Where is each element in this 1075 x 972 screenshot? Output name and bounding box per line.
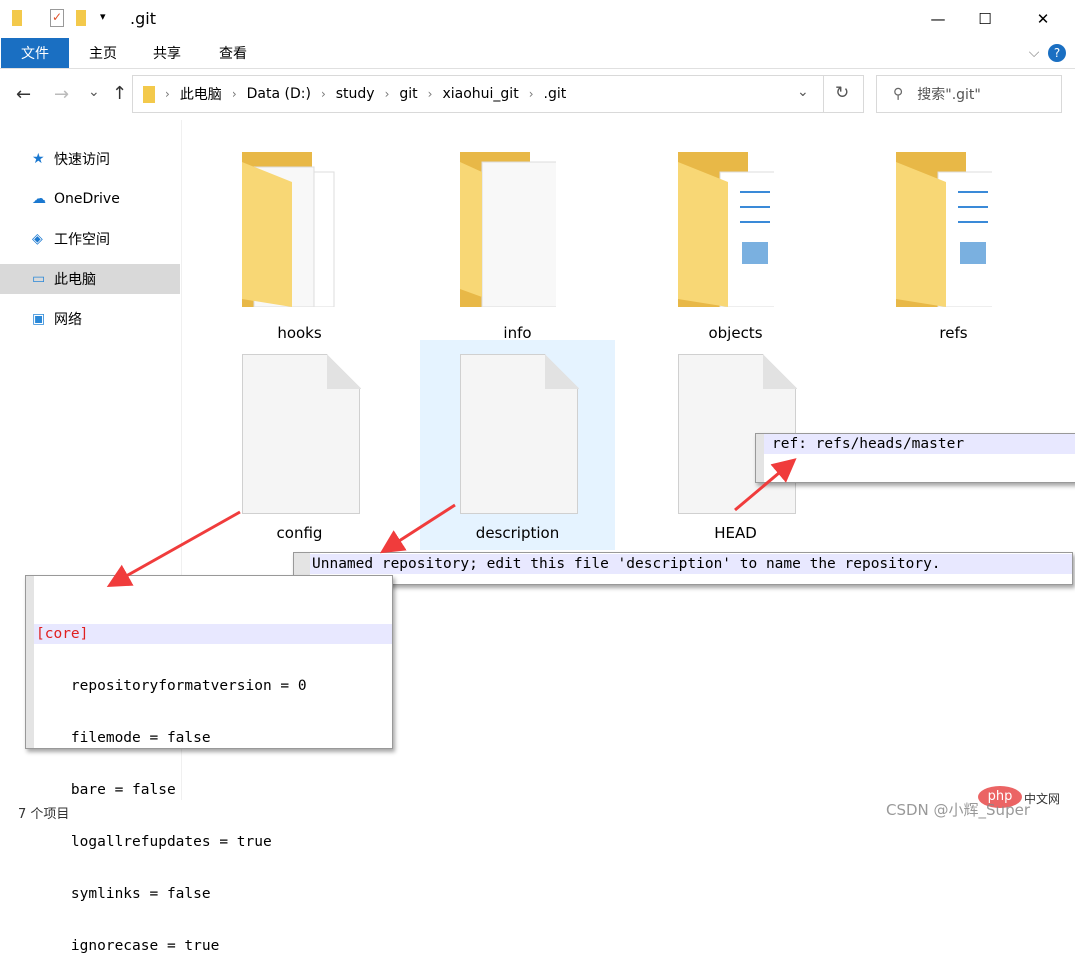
title-bar: ✓ ▾ .git — ☐ ✕ — [0, 0, 1075, 38]
file-fold — [763, 354, 797, 389]
properties-icon[interactable]: ✓ — [50, 9, 64, 27]
sidebar-item-onedrive[interactable]: ☁ OneDrive — [0, 184, 180, 214]
back-button[interactable]: ← — [16, 84, 31, 105]
chevron-right-icon: › — [384, 87, 390, 101]
folder-icon — [12, 10, 22, 26]
breadcrumb-item[interactable]: .git — [544, 86, 567, 102]
divider — [823, 76, 824, 112]
address-bar[interactable]: › 此电脑 › Data (D:) › study › git › xiaohui_gi… — [132, 75, 864, 113]
workspace-icon: ◈ — [32, 231, 43, 247]
quick-access-dropdown-icon[interactable]: ▾ — [100, 10, 106, 23]
sidebar-item-this-pc[interactable]: ▭ 此电脑 — [0, 264, 180, 294]
chevron-right-icon: › — [427, 87, 433, 101]
folder-item[interactable]: refs — [856, 140, 1051, 350]
csdn-watermark: CSDN @小辉_Super — [886, 801, 1030, 819]
sidebar-item-label: 工作空间 — [54, 232, 110, 248]
code-line: symlinks = false — [36, 886, 211, 902]
minimize-button[interactable]: — — [915, 0, 961, 38]
maximize-button[interactable]: ☐ — [962, 0, 1008, 38]
sidebar-item-label: OneDrive — [54, 191, 120, 207]
chevron-right-icon: › — [231, 87, 237, 101]
code-line: filemode = false — [36, 730, 211, 746]
tab-home[interactable]: 主页 — [80, 38, 126, 68]
item-name: refs — [939, 324, 968, 342]
file-item-selected[interactable]: description — [420, 340, 615, 550]
forward-button[interactable]: → — [54, 84, 69, 105]
code-line: repositoryformatversion = 0 — [36, 678, 307, 694]
recent-locations-button[interactable]: ⌄ — [88, 84, 100, 100]
folder-icon — [460, 152, 556, 307]
breadcrumb-item[interactable]: xiaohui_git — [442, 86, 518, 102]
code-line: ignorecase = true — [36, 938, 220, 954]
computer-icon: ▭ — [32, 271, 46, 287]
folder-icon — [242, 152, 335, 307]
tab-file[interactable]: 文件 — [1, 38, 69, 68]
chevron-right-icon: › — [528, 87, 534, 101]
code-line: ref: refs/heads/master — [764, 434, 1075, 454]
item-name: description — [475, 524, 560, 542]
breadcrumb-item[interactable]: 此电脑 — [180, 84, 222, 104]
folder-icon — [678, 152, 774, 307]
chevron-right-icon: › — [165, 87, 170, 101]
search-icon: ⚲ — [893, 86, 904, 102]
breadcrumb-item[interactable]: git — [399, 86, 417, 102]
sidebar-item-quick-access[interactable]: ★ 快速访问 — [0, 144, 180, 174]
cloud-icon: ☁ — [32, 191, 46, 207]
chevron-right-icon: › — [320, 87, 326, 101]
item-name: config — [276, 524, 323, 542]
sidebar-item-label: 此电脑 — [54, 272, 96, 288]
tab-view[interactable]: 查看 — [210, 38, 256, 68]
editor-gutter — [756, 434, 764, 482]
search-placeholder: 搜索".git" — [917, 87, 981, 103]
close-button[interactable]: ✕ — [1020, 0, 1066, 38]
breadcrumb-item[interactable]: study — [336, 86, 375, 102]
code-line: bare = false — [36, 782, 176, 798]
folder-icon — [896, 152, 992, 307]
sidebar-item-label: 快速访问 — [54, 152, 110, 168]
file-item[interactable]: config — [202, 340, 397, 550]
file-fold — [327, 354, 361, 389]
description-content-popup: Unnamed repository; edit this file 'desc… — [293, 552, 1073, 585]
sidebar-item-label: 网络 — [54, 312, 82, 328]
folder-icon — [143, 85, 155, 103]
breadcrumb-item[interactable]: Data (D:) — [247, 86, 311, 102]
ribbon: 文件 主页 共享 查看 ⌵ ? — [0, 38, 1075, 69]
editor-gutter — [26, 576, 34, 748]
status-item-count: 7 个项目 — [18, 807, 70, 822]
folder-item[interactable]: objects — [638, 140, 833, 350]
item-name: HEAD — [714, 524, 757, 542]
folder-item[interactable]: info — [420, 140, 615, 350]
sidebar-item-network[interactable]: ▣ 网络 — [0, 304, 180, 334]
search-input[interactable]: ⚲ 搜索".git" — [876, 75, 1062, 113]
address-dropdown-icon[interactable]: ⌄ — [797, 84, 809, 100]
code-line: logallrefupdates = true — [36, 834, 272, 850]
network-icon: ▣ — [32, 311, 46, 327]
help-icon[interactable]: ? — [1048, 44, 1066, 62]
expand-ribbon-icon[interactable]: ⌵ — [1024, 38, 1044, 68]
up-button[interactable]: ↑ — [112, 83, 127, 104]
window-title: .git — [130, 9, 156, 28]
tab-share[interactable]: 共享 — [144, 38, 190, 68]
new-folder-icon[interactable] — [76, 10, 86, 26]
file-fold — [545, 354, 579, 389]
sidebar-item-workspace[interactable]: ◈ 工作空间 — [0, 224, 180, 254]
code-line: [core] — [34, 624, 392, 644]
refresh-button[interactable]: ↻ — [835, 83, 849, 103]
folder-item[interactable]: hooks — [202, 140, 397, 350]
star-icon: ★ — [32, 151, 45, 167]
head-content-popup: ref: refs/heads/master — [755, 433, 1075, 483]
code-line: Unnamed repository; edit this file 'desc… — [310, 554, 1072, 574]
config-content-popup: [core] repositoryformatversion = 0 filem… — [25, 575, 393, 954]
